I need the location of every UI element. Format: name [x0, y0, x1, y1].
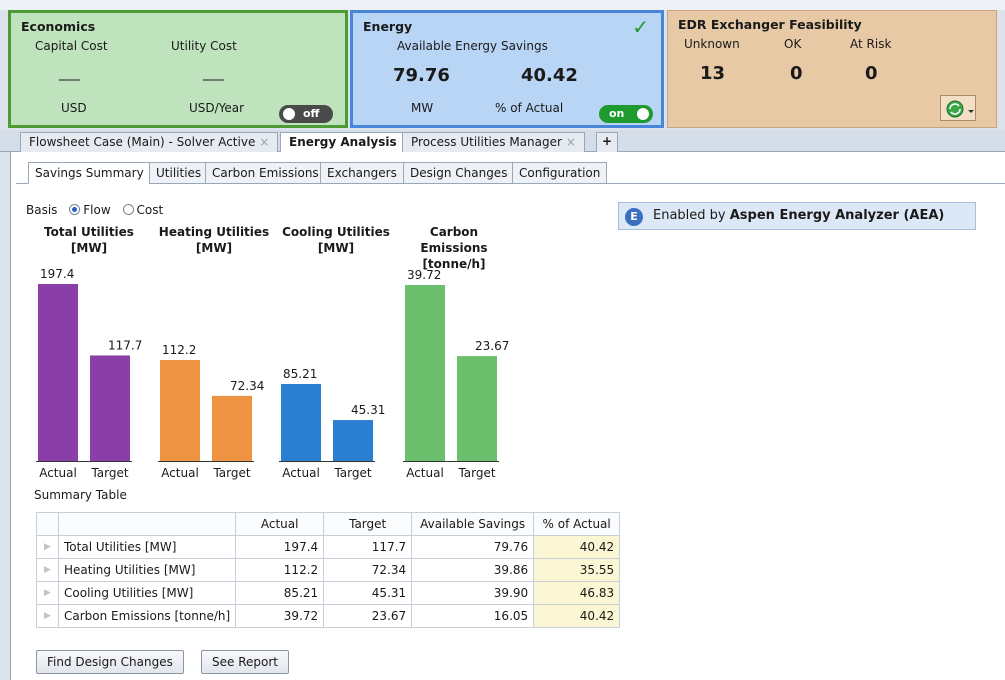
- col-header-savings: Available Savings: [411, 512, 535, 536]
- row-savings: 39.90: [411, 581, 535, 605]
- category-label: Actual: [282, 466, 320, 480]
- bar-value-label: 72.34: [230, 379, 264, 393]
- row-target: 117.7: [323, 535, 413, 559]
- bar-value-label: 39.72: [407, 268, 441, 282]
- bar-1-target: [212, 395, 252, 461]
- row-target: 23.67: [323, 604, 413, 628]
- row-name: Total Utilities [MW]: [57, 535, 237, 559]
- row-name: Carbon Emissions [tonne/h]: [57, 604, 237, 628]
- bar-value-label: 45.31: [351, 403, 385, 417]
- bar-2-target: [333, 420, 373, 461]
- row-selector[interactable]: ▶: [36, 558, 59, 582]
- row-actual: 85.21: [235, 581, 325, 605]
- bar-0-actual: [38, 284, 78, 461]
- category-label: Target: [212, 466, 250, 480]
- summary-table: Actual Target Available Savings % of Act…: [36, 512, 621, 628]
- bar-value-label: 197.4: [40, 267, 74, 281]
- col-header-pct: % of Actual: [533, 512, 621, 536]
- col-header-actual: Actual: [235, 512, 325, 536]
- row-savings: 39.86: [411, 558, 535, 582]
- row-pct: 35.55: [533, 558, 621, 582]
- bar-3-target: [457, 356, 497, 461]
- bar-1-actual: [160, 360, 200, 461]
- bar-2-actual: [281, 384, 321, 461]
- bar-value-label: 112.2: [162, 343, 196, 357]
- table-header-row: Actual Target Available Savings % of Act…: [36, 512, 621, 536]
- row-actual: 112.2: [235, 558, 325, 582]
- row-name: Heating Utilities [MW]: [57, 558, 237, 582]
- row-actual: 197.4: [235, 535, 325, 559]
- bar-3-actual: [405, 285, 445, 461]
- row-savings: 16.05: [411, 604, 535, 628]
- row-actual: 39.72: [235, 604, 325, 628]
- table-row[interactable]: ▶ Carbon Emissions [tonne/h] 39.72 23.67…: [36, 604, 621, 628]
- category-label: Target: [90, 466, 128, 480]
- row-savings: 79.76: [411, 535, 535, 559]
- bar-value-label: 85.21: [283, 367, 317, 381]
- row-selector[interactable]: ▶: [36, 581, 59, 605]
- table-row[interactable]: ▶ Cooling Utilities [MW] 85.21 45.31 39.…: [36, 581, 621, 605]
- table-row[interactable]: ▶ Total Utilities [MW] 197.4 117.7 79.76…: [36, 535, 621, 559]
- bar-value-label: 23.67: [475, 339, 509, 353]
- col-header-target: Target: [323, 512, 413, 536]
- row-selector[interactable]: ▶: [36, 604, 59, 628]
- row-selector-header: [36, 512, 59, 536]
- summary-table-title: Summary Table: [34, 488, 127, 502]
- row-target: 45.31: [323, 581, 413, 605]
- category-label: Actual: [406, 466, 444, 480]
- bar-0-target: [90, 355, 130, 461]
- col-header-name: [57, 512, 237, 536]
- row-pct: 40.42: [533, 535, 621, 559]
- row-pct: 46.83: [533, 581, 621, 605]
- row-target: 72.34: [323, 558, 413, 582]
- table-row[interactable]: ▶ Heating Utilities [MW] 112.2 72.34 39.…: [36, 558, 621, 582]
- see-report-button[interactable]: See Report: [201, 650, 289, 674]
- row-selector[interactable]: ▶: [36, 535, 59, 559]
- find-design-changes-button[interactable]: Find Design Changes: [36, 650, 184, 674]
- category-label: Target: [457, 466, 495, 480]
- row-pct: 40.42: [533, 604, 621, 628]
- category-label: Actual: [161, 466, 199, 480]
- bar-value-label: 117.7: [108, 338, 142, 352]
- row-name: Cooling Utilities [MW]: [57, 581, 237, 605]
- category-label: Actual: [39, 466, 77, 480]
- category-label: Target: [333, 466, 371, 480]
